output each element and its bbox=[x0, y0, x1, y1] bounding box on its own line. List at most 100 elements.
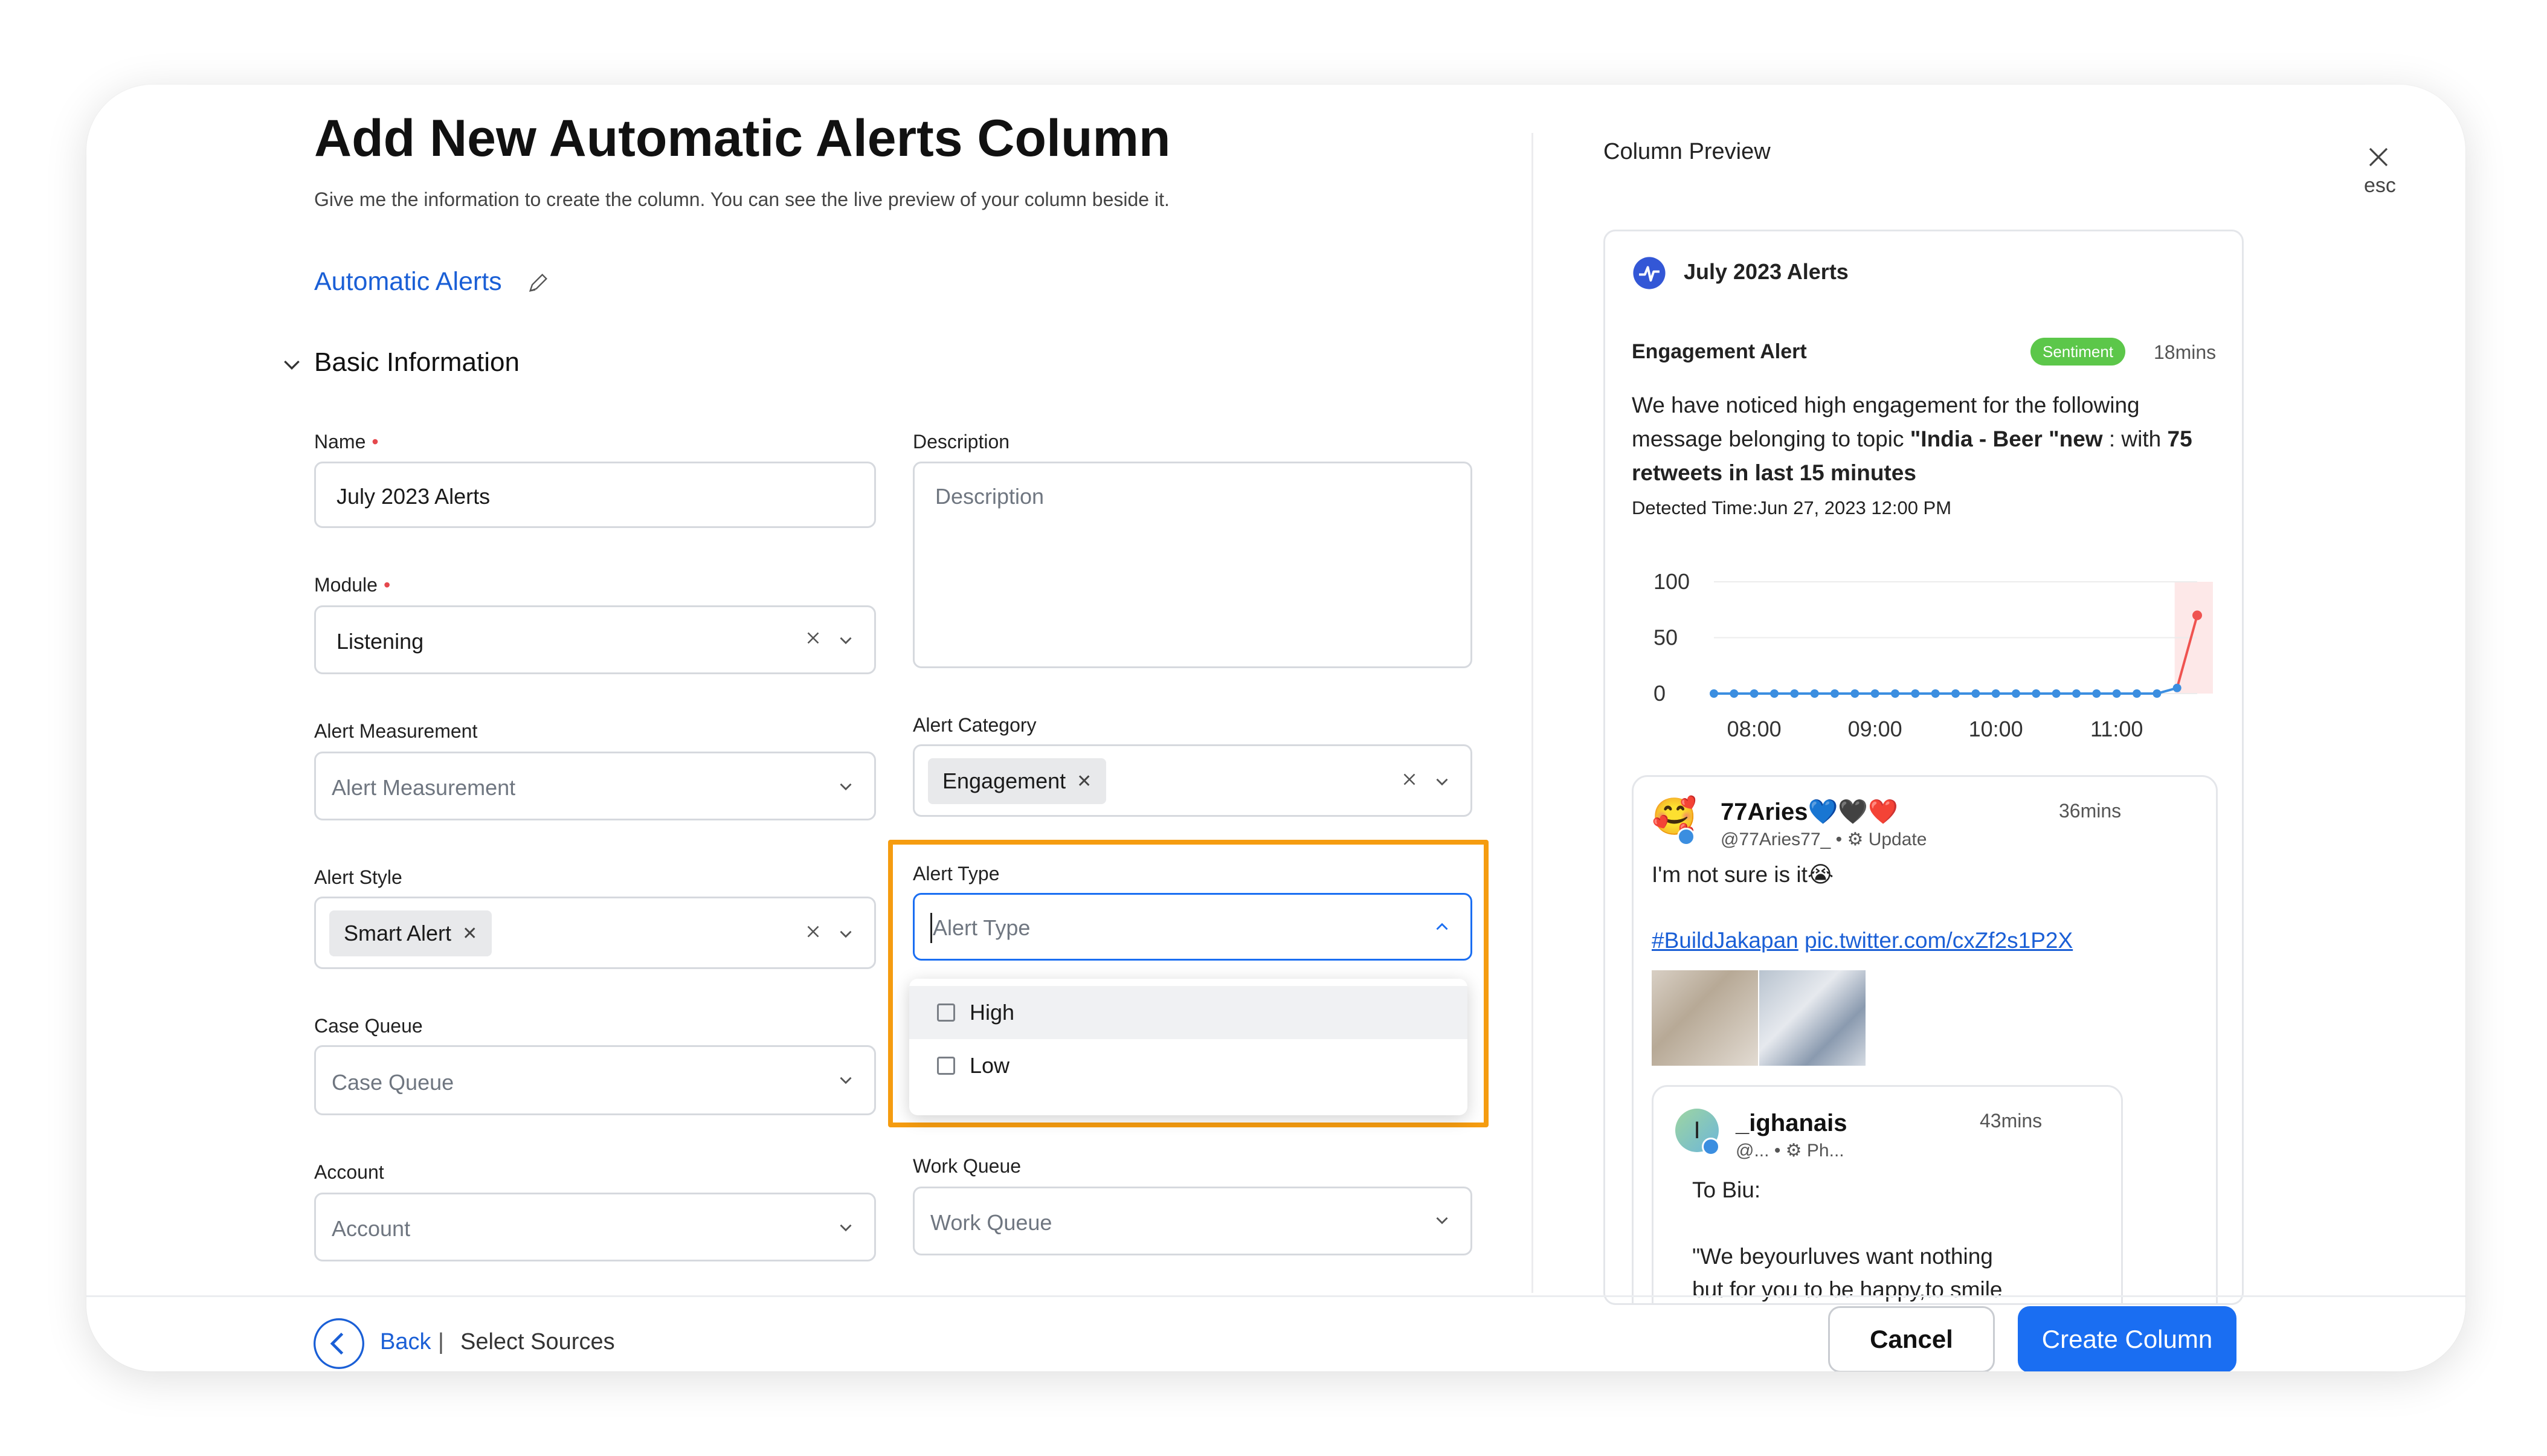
data-point bbox=[2153, 689, 2162, 698]
chip-remove-icon[interactable]: ✕ bbox=[462, 923, 477, 944]
preview-card: July 2023 Alerts Engagement Alert Sentim… bbox=[1603, 230, 2244, 1305]
tweet-meta: @77Aries77_ • ⚙ Update bbox=[1721, 829, 1927, 850]
data-point bbox=[1891, 689, 1899, 698]
x-tick-label: 11:00 bbox=[2090, 717, 2143, 741]
alert-category-select[interactable]: Engagement ✕ bbox=[913, 744, 1472, 817]
cancel-button[interactable]: Cancel bbox=[1828, 1306, 1995, 1371]
alert-measurement-label: Alert Measurement bbox=[314, 720, 478, 742]
esc-label: esc bbox=[2364, 174, 2396, 197]
chevron-down-icon[interactable] bbox=[1432, 1210, 1452, 1231]
data-point bbox=[2072, 689, 2081, 698]
close-icon[interactable] bbox=[2364, 143, 2393, 172]
work-queue-label: Work Queue bbox=[913, 1155, 1022, 1177]
panel-divider bbox=[1531, 133, 1533, 1293]
chevron-down-icon[interactable] bbox=[280, 352, 304, 376]
chevron-down-icon[interactable] bbox=[1432, 771, 1452, 792]
alert-style-select[interactable]: Smart Alert ✕ bbox=[314, 897, 876, 969]
column-name-link[interactable]: Automatic Alerts bbox=[314, 267, 502, 297]
data-point bbox=[2192, 610, 2202, 620]
data-point bbox=[1710, 689, 1718, 698]
y-tick-label: 0 bbox=[1653, 681, 1666, 706]
work-queue-placeholder: Work Queue bbox=[930, 1210, 1052, 1235]
clear-icon[interactable] bbox=[803, 628, 823, 648]
case-queue-label: Case Queue bbox=[314, 1015, 423, 1037]
back-arrow-icon[interactable] bbox=[312, 1317, 365, 1370]
data-point bbox=[1850, 689, 1860, 698]
smart-alert-chip: Smart Alert ✕ bbox=[329, 910, 492, 956]
data-point bbox=[2133, 689, 2141, 698]
chip-remove-icon[interactable]: ✕ bbox=[1077, 771, 1092, 792]
alert-measurement-select[interactable]: Alert Measurement bbox=[314, 752, 876, 820]
page-title: Add New Automatic Alerts Column bbox=[314, 109, 1171, 167]
quoted-action: Ph... bbox=[1806, 1141, 1844, 1161]
chevron-down-icon[interactable] bbox=[836, 1070, 856, 1090]
data-point bbox=[1971, 689, 1980, 698]
account-select[interactable]: Account bbox=[314, 1193, 876, 1261]
account-label: Account bbox=[314, 1161, 384, 1183]
back-link[interactable]: Back bbox=[380, 1329, 431, 1355]
tweet-image-2[interactable] bbox=[1759, 970, 1866, 1066]
footer-divider bbox=[86, 1295, 2465, 1297]
card-title: July 2023 Alerts bbox=[1684, 259, 1849, 284]
alert-line-chart: 100 50 0 08:00 09:00 10:00 11:00 bbox=[1653, 569, 2213, 741]
chevron-down-icon[interactable] bbox=[836, 776, 856, 797]
y-tick-label: 100 bbox=[1653, 569, 1690, 594]
add-column-modal: Add New Automatic Alerts Column Give me … bbox=[86, 85, 2465, 1371]
pencil-icon[interactable] bbox=[526, 271, 550, 295]
quoted-author-name: _ighanais bbox=[1736, 1110, 1847, 1136]
create-column-button[interactable]: Create Column bbox=[2018, 1306, 2236, 1371]
alert-type-select[interactable]: Alert Type bbox=[913, 893, 1472, 961]
option-low[interactable]: Low bbox=[909, 1039, 1467, 1092]
option-high[interactable]: High bbox=[909, 986, 1467, 1039]
name-value: July 2023 Alerts bbox=[336, 484, 491, 509]
tweet-links: #BuildJakapan pic.twitter.com/cxZf2s1P2X bbox=[1652, 928, 2073, 953]
globe-icon: ⚙ bbox=[1785, 1141, 1802, 1161]
chevron-down-icon[interactable] bbox=[836, 1217, 856, 1238]
tweet-author-name: 77Aries💙🖤❤️ bbox=[1721, 799, 1898, 825]
data-point bbox=[1911, 689, 1920, 698]
x-tick-label: 08:00 bbox=[1727, 717, 1782, 741]
quoted-meta-dot: • bbox=[1774, 1141, 1781, 1161]
media-link[interactable]: pic.twitter.com/cxZf2s1P2X bbox=[1805, 928, 2073, 953]
quoted-line-2: "We beyourluves want nothing bbox=[1692, 1244, 1993, 1269]
smart-alert-chip-label: Smart Alert bbox=[344, 921, 452, 945]
tweet-time: 36mins bbox=[2059, 800, 2122, 822]
preview-heading: Column Preview bbox=[1603, 139, 1771, 164]
name-label: Name • bbox=[314, 431, 379, 453]
sentiment-badge: Sentiment bbox=[2030, 338, 2126, 366]
data-point bbox=[1770, 689, 1779, 698]
data-point bbox=[1750, 689, 1759, 698]
tweet-meta-dot: • bbox=[1835, 829, 1843, 849]
quoted-tweet-card: I _ighanais 43mins @... • ⚙ Ph... To Biu… bbox=[1652, 1085, 2123, 1303]
data-point bbox=[1730, 689, 1739, 698]
alert-time: 18mins bbox=[2154, 341, 2217, 363]
alert-style-label: Alert Style bbox=[314, 866, 402, 888]
module-select[interactable]: Listening bbox=[314, 605, 876, 674]
tweet-text: I'm not sure is it😭 bbox=[1652, 862, 1834, 887]
chevron-down-icon[interactable] bbox=[836, 924, 856, 944]
checkbox-high[interactable] bbox=[937, 1003, 955, 1022]
chevron-down-icon[interactable] bbox=[836, 630, 856, 651]
work-queue-select[interactable]: Work Queue bbox=[913, 1187, 1472, 1255]
description-placeholder: Description bbox=[935, 484, 1045, 509]
data-point bbox=[1831, 689, 1839, 698]
hashtag-link[interactable]: #BuildJakapan bbox=[1652, 928, 1798, 953]
case-queue-select[interactable]: Case Queue bbox=[314, 1045, 876, 1115]
tweet-image-1[interactable] bbox=[1652, 970, 1758, 1066]
data-point bbox=[2052, 689, 2061, 698]
module-label: Module • bbox=[314, 574, 391, 596]
case-queue-placeholder: Case Queue bbox=[332, 1070, 454, 1095]
clear-icon[interactable] bbox=[803, 921, 823, 942]
section-basic-information[interactable]: Basic Information bbox=[314, 347, 520, 378]
footer-separator: | bbox=[438, 1329, 444, 1355]
required-mark: • bbox=[372, 431, 379, 453]
clear-icon[interactable] bbox=[1399, 769, 1420, 790]
name-input[interactable]: July 2023 Alerts bbox=[314, 462, 876, 528]
quoted-tweet-time: 43mins bbox=[1980, 1110, 2043, 1132]
checkbox-low[interactable] bbox=[937, 1057, 955, 1075]
quoted-handle: @... bbox=[1736, 1141, 1769, 1161]
description-textarea[interactable]: Description bbox=[913, 462, 1472, 668]
quoted-line-3: but for you to be happy,to smile bbox=[1692, 1277, 2003, 1302]
data-point bbox=[1991, 689, 2000, 698]
chevron-up-icon[interactable] bbox=[1432, 916, 1452, 937]
